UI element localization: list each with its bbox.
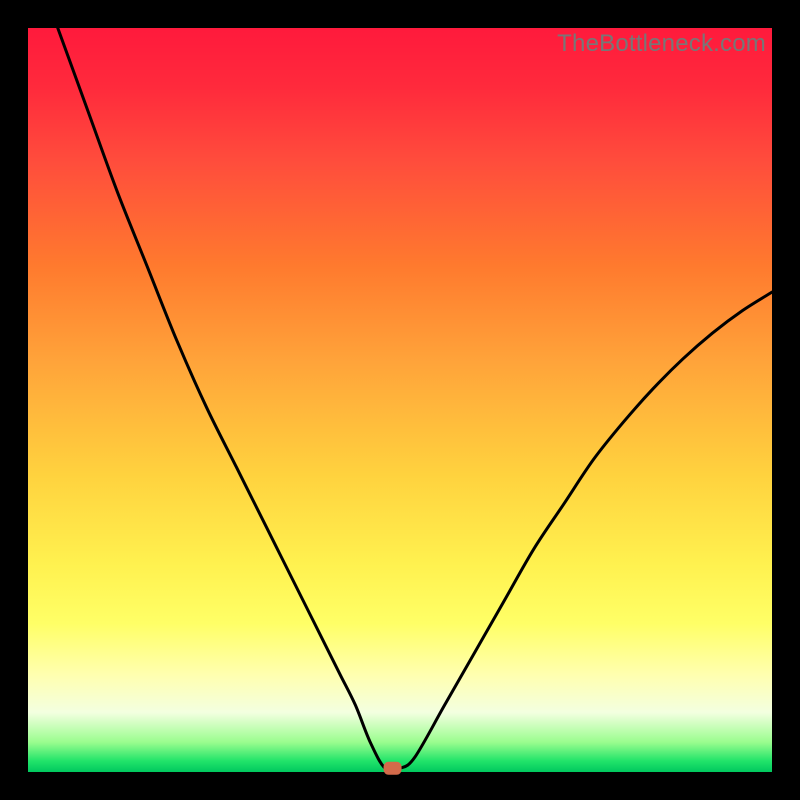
optimal-marker: [384, 762, 402, 775]
curve-layer: [28, 28, 772, 772]
bottleneck-curve: [58, 28, 772, 771]
plot-area: TheBottleneck.com: [28, 28, 772, 772]
chart-frame: TheBottleneck.com: [0, 0, 800, 800]
